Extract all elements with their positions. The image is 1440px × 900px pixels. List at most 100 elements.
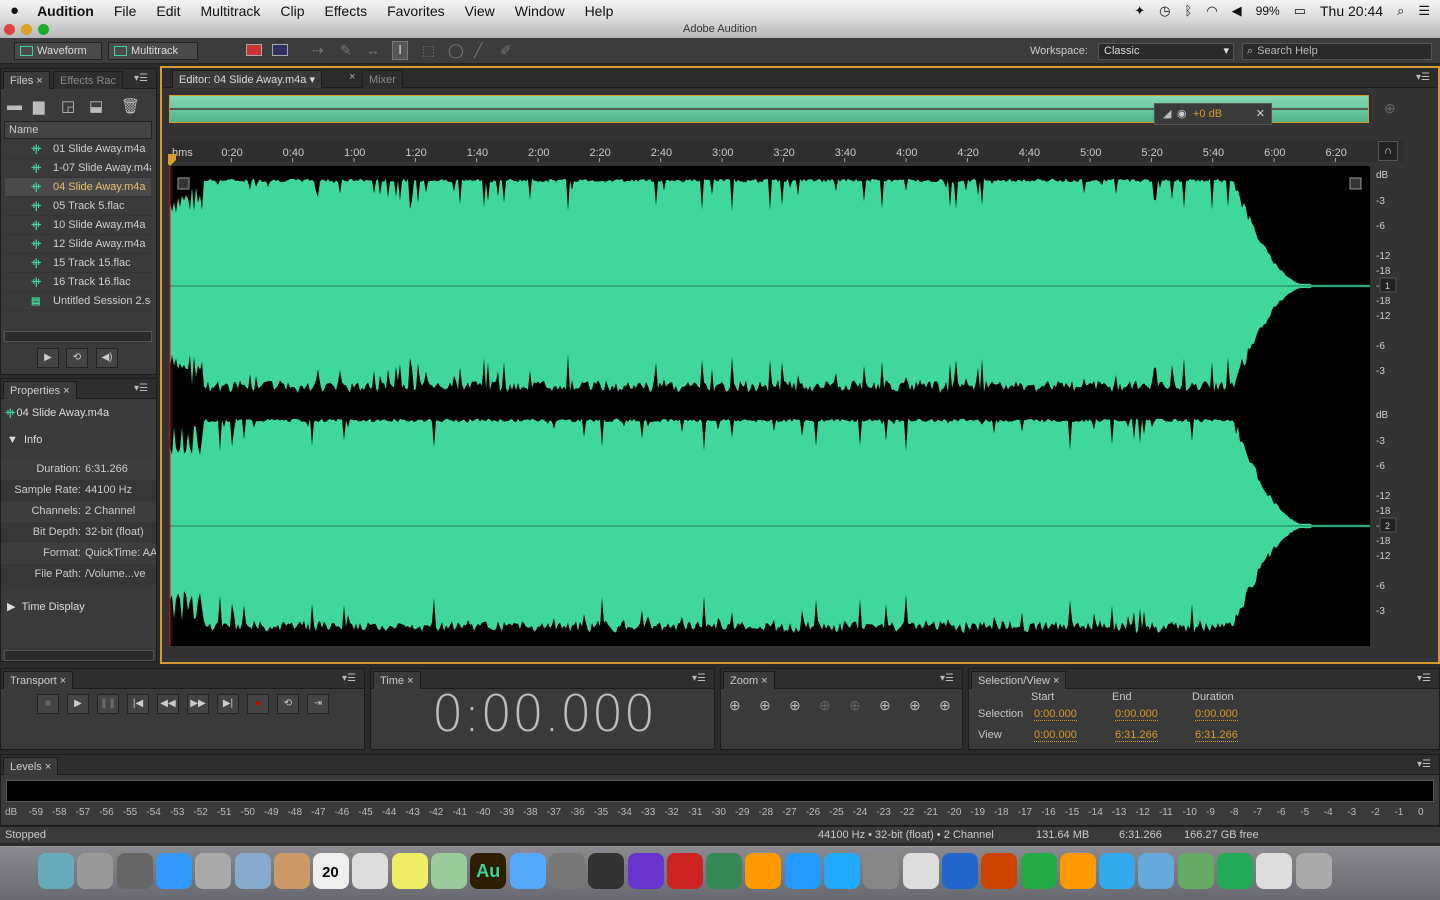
dock-itunes-icon[interactable]	[784, 853, 821, 889]
dock-imovie-icon[interactable]	[627, 853, 664, 889]
file-list-item[interactable]: +|+ 10 Slide Away.m4a	[5, 216, 151, 235]
close-tab-icon[interactable]: ×	[349, 71, 355, 83]
workspace-select[interactable]: Classic ▾	[1098, 43, 1234, 60]
menu-help[interactable]: Help	[575, 3, 624, 19]
menu-window[interactable]: Window	[505, 3, 575, 19]
panel-menu-icon[interactable]: ▾☰	[1417, 673, 1431, 684]
dropbox-icon[interactable]: ✦	[1134, 3, 1145, 19]
volume-hud[interactable]: ◢ ◉ +0 dB ✕	[1154, 103, 1272, 125]
file-list-item[interactable]: +|+ 05 Track 5.flac	[5, 197, 151, 216]
notification-center-icon[interactable]: ☰	[1418, 3, 1430, 19]
panel-menu-icon[interactable]: ▾☰	[1416, 72, 1430, 83]
zoom-out-full-icon[interactable]: ⊕	[819, 697, 831, 714]
name-column-header[interactable]: Name	[4, 121, 152, 139]
move-tool-icon[interactable]: ⇢	[312, 42, 324, 59]
apple-menu-icon[interactable]: ●	[0, 2, 29, 19]
info-section-toggle[interactable]: ▼ Info	[7, 434, 42, 446]
dock-finder-icon[interactable]	[38, 853, 74, 889]
go-to-end-button[interactable]: ▶|	[217, 694, 239, 714]
selection-duration[interactable]: 0:00.000	[1195, 708, 1238, 721]
tab-properties[interactable]: Properties ×	[3, 381, 77, 399]
zoom-in-amplitude-icon[interactable]: ⊕	[729, 697, 741, 714]
tab-selection-view[interactable]: Selection/View ×	[971, 671, 1067, 689]
menu-clip[interactable]: Clip	[270, 3, 314, 19]
minimize-window-button[interactable]	[21, 24, 32, 35]
multitrack-view-button[interactable]: Multitrack	[108, 42, 198, 60]
panel-menu-icon[interactable]: ▾☰	[134, 383, 148, 394]
volume-icon[interactable]: ◀	[1232, 3, 1242, 19]
autoplay-button[interactable]: ◀)	[96, 348, 118, 368]
dock-adobe-audition-icon[interactable]: Au	[470, 853, 507, 889]
panel-menu-icon[interactable]: ▾☰	[940, 673, 954, 684]
menu-file[interactable]: File	[104, 3, 147, 19]
volume-knob-icon[interactable]: ◉	[1177, 104, 1187, 124]
view-end[interactable]: 6:31.266	[1115, 729, 1158, 742]
slip-tool-icon[interactable]: ↔	[366, 42, 380, 58]
search-help-input[interactable]: ⌕ Search Help	[1242, 43, 1432, 60]
marquee-tool-icon[interactable]: ⬚	[422, 42, 435, 59]
dock-system-info-icon[interactable]	[116, 853, 153, 889]
new-file-icon[interactable]: ◲	[61, 97, 75, 115]
waveform-display[interactable]: hms 0:20 0:40 1:00 1:20 1:40 2:00 2:20 2:40 3:00 3…	[168, 140, 1404, 650]
selection-end[interactable]: 0:00.000	[1115, 708, 1158, 721]
tab-files[interactable]: Files ×	[3, 71, 50, 89]
dock-photos-icon[interactable]	[431, 853, 467, 889]
menu-view[interactable]: View	[455, 3, 505, 19]
panel-menu-icon[interactable]: ▾☰	[134, 73, 148, 84]
open-file-icon[interactable]: ▬	[7, 97, 22, 114]
record-button[interactable]: ●	[247, 694, 269, 714]
loop-preview-button[interactable]: ⟲	[66, 348, 88, 368]
pause-button[interactable]: ❚❚	[97, 694, 119, 714]
tab-mixer[interactable]: Mixer	[362, 70, 403, 88]
pin-icon[interactable]: ✕	[1256, 104, 1265, 124]
dock-final-cut-icon[interactable]	[588, 853, 625, 889]
spectral-frequency-icon[interactable]	[246, 44, 262, 56]
go-to-start-button[interactable]: |◀	[127, 694, 149, 714]
menu-favorites[interactable]: Favorites	[377, 3, 455, 19]
dock-files-icon[interactable]	[1256, 853, 1293, 889]
zoom-in-time-icon[interactable]: ⊕	[789, 697, 801, 714]
zoom-navigator-icon[interactable]: ⊕	[1384, 100, 1396, 117]
waveform-view-button[interactable]: Waveform	[14, 42, 102, 60]
file-list-item[interactable]: +|+ 16 Track 16.flac	[5, 273, 151, 292]
time-machine-icon[interactable]: ◷	[1159, 3, 1170, 19]
view-duration[interactable]: 6:31.266	[1195, 729, 1238, 742]
dock-textedit-icon[interactable]	[352, 853, 389, 889]
file-list-item[interactable]: +|+ 1-07 Slide Away.m4a	[5, 159, 151, 178]
brush-tool-icon[interactable]: ╱	[474, 42, 482, 59]
menu-effects[interactable]: Effects	[315, 3, 378, 19]
tab-transport[interactable]: Transport ×	[3, 671, 74, 689]
tab-effects-rack[interactable]: Effects Rac	[53, 71, 124, 89]
dock-c-app-icon[interactable]	[1099, 853, 1136, 889]
rewind-button[interactable]: ◀◀	[157, 694, 179, 714]
horizontal-scrollbar[interactable]	[4, 650, 154, 661]
play-button[interactable]: ▶	[67, 694, 89, 714]
file-list-item[interactable]: +|+ 12 Slide Away.m4a	[5, 235, 151, 254]
file-list-item[interactable]: +|+ 04 Slide Away.m4a	[5, 178, 151, 197]
time-selection-tool-icon[interactable]: I	[392, 41, 408, 60]
dock-facetime-icon[interactable]	[548, 853, 585, 889]
playhead-handle[interactable]	[168, 154, 176, 166]
menu-multitrack[interactable]: Multitrack	[191, 3, 271, 19]
fade-out-handle[interactable]	[1349, 177, 1362, 190]
panel-menu-icon[interactable]: ▾☰	[342, 673, 356, 684]
dock-help-icon[interactable]	[195, 853, 232, 889]
zoom-window-button[interactable]	[38, 24, 49, 35]
loop-button[interactable]: ⟲	[277, 694, 299, 714]
spot-healing-tool-icon[interactable]: ✐	[500, 42, 512, 59]
wifi-icon[interactable]: ◠	[1206, 3, 1217, 19]
dock-outlook-icon[interactable]	[1059, 853, 1096, 889]
battery-icon[interactable]: ▭	[1294, 3, 1306, 19]
dock-app-store-icon[interactable]	[824, 853, 860, 889]
insert-into-multitrack-icon[interactable]: ⬓	[89, 97, 103, 115]
file-list-item[interactable]: +|+ 15 Track 15.flac	[5, 254, 151, 273]
dock-stickies-icon[interactable]	[391, 853, 428, 889]
zoom-out-full-both-icon[interactable]: ⊕	[939, 697, 951, 714]
dock-utorrent-icon[interactable]	[1217, 853, 1253, 889]
zoom-in-right-icon[interactable]: ⊕	[909, 697, 921, 714]
tab-zoom[interactable]: Zoom ×	[723, 671, 775, 689]
view-start[interactable]: 0:00.000	[1034, 729, 1077, 742]
close-window-button[interactable]	[4, 24, 15, 35]
dock-messages-icon[interactable]	[509, 853, 546, 889]
lasso-tool-icon[interactable]: ◯	[448, 42, 464, 59]
